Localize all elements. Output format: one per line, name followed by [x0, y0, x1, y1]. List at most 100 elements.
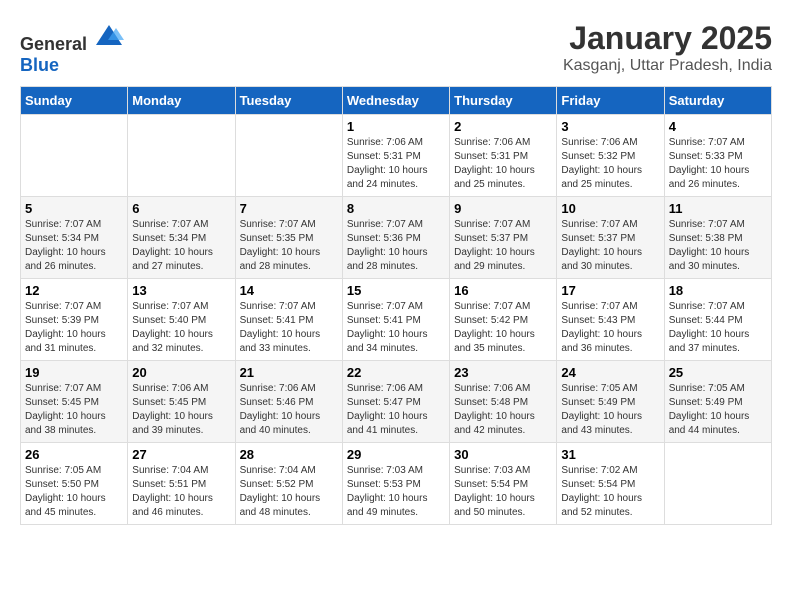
day-info: Sunrise: 7:06 AM Sunset: 5:31 PM Dayligh…: [454, 136, 552, 192]
column-header-tuesday: Tuesday: [235, 87, 342, 115]
day-info: Sunrise: 7:05 AM Sunset: 5:50 PM Dayligh…: [25, 464, 123, 520]
day-cell: 24 Sunrise: 7:05 AM Sunset: 5:49 PM Dayli…: [557, 361, 664, 443]
day-cell: 7Sunrise: 7:07 AM Sunset: 5:35 PM Daylig…: [235, 197, 342, 279]
header-row: SundayMondayTuesdayWednesdayThursdayFrid…: [21, 87, 772, 115]
week-row-2: 5 Sunrise: 7:07 AM Sunset: 5:34 PM Daylig…: [21, 197, 772, 279]
week-row-1: 1 Sunrise: 7:06 AM Sunset: 5:31 PM Daylig…: [21, 115, 772, 197]
day-number: 11: [669, 201, 767, 216]
day-info: Sunrise: 7:07 AM Sunset: 5:39 PM Dayligh…: [25, 300, 123, 356]
day-cell: 23 Sunrise: 7:06 AM Sunset: 5:48 PM Dayli…: [450, 361, 557, 443]
page-header: General Blue January 2025 Kasganj, Uttar…: [20, 20, 772, 76]
week-row-3: 12Sunrise: 7:07 AM Sunset: 5:39 PM Dayli…: [21, 279, 772, 361]
day-cell: 30 Sunrise: 7:03 AM Sunset: 5:54 PM Dayli…: [450, 443, 557, 525]
day-cell: 9 Sunrise: 7:07 AM Sunset: 5:37 PM Daylig…: [450, 197, 557, 279]
day-number: 26: [25, 447, 123, 462]
day-number: 27: [132, 447, 230, 462]
logo-text: General Blue: [20, 20, 124, 76]
day-info: Sunrise: 7:03 AM Sunset: 5:53 PM Dayligh…: [347, 464, 445, 520]
day-cell: 29 Sunrise: 7:03 AM Sunset: 5:53 PM Dayli…: [342, 443, 449, 525]
day-cell: 10Sunrise: 7:07 AM Sunset: 5:37 PM Dayli…: [557, 197, 664, 279]
column-header-friday: Friday: [557, 87, 664, 115]
day-info: Sunrise: 7:07 AM Sunset: 5:42 PM Dayligh…: [454, 300, 552, 356]
day-number: 9: [454, 201, 552, 216]
day-number: 4: [669, 119, 767, 134]
day-info: Sunrise: 7:07 AM Sunset: 5:38 PM Dayligh…: [669, 218, 767, 274]
day-info: Sunrise: 7:06 AM Sunset: 5:48 PM Dayligh…: [454, 382, 552, 438]
day-info: Sunrise: 7:07 AM Sunset: 5:36 PM Dayligh…: [347, 218, 445, 274]
calendar-table: SundayMondayTuesdayWednesdayThursdayFrid…: [20, 86, 772, 525]
day-info: Sunrise: 7:06 AM Sunset: 5:32 PM Dayligh…: [561, 136, 659, 192]
day-cell: 20Sunrise: 7:06 AM Sunset: 5:45 PM Dayli…: [128, 361, 235, 443]
day-cell: 2Sunrise: 7:06 AM Sunset: 5:31 PM Daylig…: [450, 115, 557, 197]
day-cell: 11 Sunrise: 7:07 AM Sunset: 5:38 PM Dayli…: [664, 197, 771, 279]
logo-general: General: [20, 34, 87, 54]
day-info: Sunrise: 7:07 AM Sunset: 5:37 PM Dayligh…: [561, 218, 659, 274]
day-info: Sunrise: 7:05 AM Sunset: 5:49 PM Dayligh…: [669, 382, 767, 438]
day-cell: 19Sunrise: 7:07 AM Sunset: 5:45 PM Dayli…: [21, 361, 128, 443]
day-number: 18: [669, 283, 767, 298]
day-info: Sunrise: 7:07 AM Sunset: 5:35 PM Dayligh…: [240, 218, 338, 274]
day-info: Sunrise: 7:07 AM Sunset: 5:34 PM Dayligh…: [132, 218, 230, 274]
day-info: Sunrise: 7:03 AM Sunset: 5:54 PM Dayligh…: [454, 464, 552, 520]
day-number: 17: [561, 283, 659, 298]
day-info: Sunrise: 7:07 AM Sunset: 5:43 PM Dayligh…: [561, 300, 659, 356]
column-header-saturday: Saturday: [664, 87, 771, 115]
day-number: 14: [240, 283, 338, 298]
day-number: 25: [669, 365, 767, 380]
day-number: 15: [347, 283, 445, 298]
day-info: Sunrise: 7:07 AM Sunset: 5:45 PM Dayligh…: [25, 382, 123, 438]
day-cell: 4 Sunrise: 7:07 AM Sunset: 5:33 PM Daylig…: [664, 115, 771, 197]
day-number: 31: [561, 447, 659, 462]
day-info: Sunrise: 7:06 AM Sunset: 5:46 PM Dayligh…: [240, 382, 338, 438]
day-cell: 1 Sunrise: 7:06 AM Sunset: 5:31 PM Daylig…: [342, 115, 449, 197]
day-cell: 15 Sunrise: 7:07 AM Sunset: 5:41 PM Dayli…: [342, 279, 449, 361]
column-header-monday: Monday: [128, 87, 235, 115]
column-header-wednesday: Wednesday: [342, 87, 449, 115]
day-number: 30: [454, 447, 552, 462]
day-cell: 26 Sunrise: 7:05 AM Sunset: 5:50 PM Dayli…: [21, 443, 128, 525]
day-info: Sunrise: 7:04 AM Sunset: 5:51 PM Dayligh…: [132, 464, 230, 520]
day-info: Sunrise: 7:07 AM Sunset: 5:33 PM Dayligh…: [669, 136, 767, 192]
day-number: 16: [454, 283, 552, 298]
day-number: 29: [347, 447, 445, 462]
logo-blue: Blue: [20, 55, 59, 75]
day-number: 28: [240, 447, 338, 462]
column-header-sunday: Sunday: [21, 87, 128, 115]
logo-icon: [94, 20, 124, 50]
day-info: Sunrise: 7:05 AM Sunset: 5:49 PM Dayligh…: [561, 382, 659, 438]
title-area: January 2025 Kasganj, Uttar Pradesh, Ind…: [563, 20, 772, 75]
day-info: Sunrise: 7:07 AM Sunset: 5:37 PM Dayligh…: [454, 218, 552, 274]
day-cell: 3 Sunrise: 7:06 AM Sunset: 5:32 PM Daylig…: [557, 115, 664, 197]
day-info: Sunrise: 7:07 AM Sunset: 5:34 PM Dayligh…: [25, 218, 123, 274]
day-number: 3: [561, 119, 659, 134]
week-row-5: 26 Sunrise: 7:05 AM Sunset: 5:50 PM Dayli…: [21, 443, 772, 525]
day-cell: 22 Sunrise: 7:06 AM Sunset: 5:47 PM Dayli…: [342, 361, 449, 443]
day-cell: 8 Sunrise: 7:07 AM Sunset: 5:36 PM Daylig…: [342, 197, 449, 279]
day-cell: 14Sunrise: 7:07 AM Sunset: 5:41 PM Dayli…: [235, 279, 342, 361]
day-info: Sunrise: 7:07 AM Sunset: 5:41 PM Dayligh…: [347, 300, 445, 356]
day-cell: [21, 115, 128, 197]
day-info: Sunrise: 7:07 AM Sunset: 5:40 PM Dayligh…: [132, 300, 230, 356]
day-cell: 16 Sunrise: 7:07 AM Sunset: 5:42 PM Dayli…: [450, 279, 557, 361]
day-number: 13: [132, 283, 230, 298]
month-title: January 2025: [563, 20, 772, 57]
day-info: Sunrise: 7:06 AM Sunset: 5:47 PM Dayligh…: [347, 382, 445, 438]
day-number: 24: [561, 365, 659, 380]
day-number: 22: [347, 365, 445, 380]
day-number: 8: [347, 201, 445, 216]
day-cell: 5 Sunrise: 7:07 AM Sunset: 5:34 PM Daylig…: [21, 197, 128, 279]
day-number: 1: [347, 119, 445, 134]
day-info: Sunrise: 7:06 AM Sunset: 5:45 PM Dayligh…: [132, 382, 230, 438]
day-number: 21: [240, 365, 338, 380]
day-number: 5: [25, 201, 123, 216]
day-cell: [128, 115, 235, 197]
location: Kasganj, Uttar Pradesh, India: [563, 57, 772, 75]
day-info: Sunrise: 7:07 AM Sunset: 5:44 PM Dayligh…: [669, 300, 767, 356]
day-cell: 27 Sunrise: 7:04 AM Sunset: 5:51 PM Dayli…: [128, 443, 235, 525]
day-info: Sunrise: 7:02 AM Sunset: 5:54 PM Dayligh…: [561, 464, 659, 520]
day-cell: [235, 115, 342, 197]
day-cell: 21 Sunrise: 7:06 AM Sunset: 5:46 PM Dayli…: [235, 361, 342, 443]
day-info: Sunrise: 7:06 AM Sunset: 5:31 PM Dayligh…: [347, 136, 445, 192]
day-number: 23: [454, 365, 552, 380]
column-header-thursday: Thursday: [450, 87, 557, 115]
